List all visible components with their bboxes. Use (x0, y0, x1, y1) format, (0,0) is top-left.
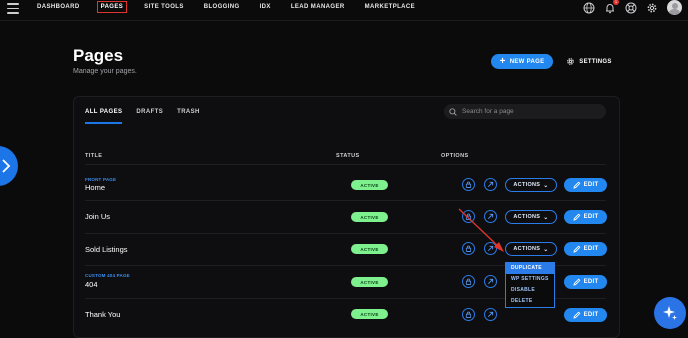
page-title-link[interactable]: 404 (85, 280, 98, 289)
lock-button[interactable] (462, 308, 475, 321)
gear-icon (567, 58, 575, 65)
edit-label: EDIT (583, 214, 599, 220)
bell-icon[interactable]: 1 (604, 0, 619, 14)
page-tag: CUSTOM 404 PAGE (85, 273, 130, 278)
edit-button[interactable]: EDIT (564, 178, 607, 192)
actions-dropdown-button[interactable]: ACTIONS ⌄ (505, 242, 557, 256)
chevron-down-icon: ⌄ (543, 246, 549, 253)
new-page-button[interactable]: + NEW PAGE (491, 54, 553, 69)
chevron-down-icon: ⌄ (543, 214, 549, 221)
nav-idx[interactable]: IDX (257, 2, 274, 12)
edit-label: EDIT (583, 246, 599, 252)
row-divider (85, 233, 606, 234)
status-badge: ACTIVE (351, 180, 388, 190)
nav-site-tools[interactable]: SITE TOOLS (141, 2, 187, 12)
view-page-button[interactable] (484, 308, 497, 321)
nav-dashboard[interactable]: DASHBOARD (34, 2, 83, 12)
nav-marketplace[interactable]: MARKETPLACE (362, 2, 418, 12)
status-badge: ACTIVE (351, 244, 388, 254)
lock-icon (465, 311, 472, 318)
plus-icon: + (499, 55, 506, 67)
menu-icon[interactable] (7, 3, 19, 14)
annotation-arrow (458, 208, 504, 252)
avatar[interactable] (667, 0, 682, 15)
edit-label: EDIT (583, 182, 599, 188)
column-header-title: TITLE (85, 153, 103, 159)
actions-dropdown-button[interactable]: ACTIONS ⌄ (505, 210, 557, 224)
tab-trash[interactable]: TRASH (177, 109, 200, 124)
sidebar-expand-tab[interactable] (0, 146, 18, 186)
top-navigation-bar: DASHBOARD PAGES SITE TOOLS BLOGGING IDX … (0, 0, 688, 21)
lock-button[interactable] (462, 275, 475, 288)
row-divider (85, 164, 606, 165)
nav-pages[interactable]: PAGES (96, 1, 128, 13)
page-tag: FRONT PAGE (85, 177, 117, 182)
edit-label: EDIT (583, 279, 599, 285)
status-badge: ACTIVE (351, 212, 388, 222)
status-badge: ACTIVE (351, 277, 388, 287)
pencil-icon (572, 213, 580, 221)
column-header-status: STATUS (336, 153, 360, 159)
notification-badge: 1 (613, 0, 619, 5)
external-link-icon (488, 181, 494, 187)
search-input[interactable] (462, 108, 592, 115)
menu-item-wp-settings[interactable]: WP SETTINGS (506, 274, 554, 285)
page-title-link[interactable]: Thank You (85, 310, 120, 319)
chevron-right-icon (2, 159, 11, 173)
column-header-options: OPTIONS (441, 153, 469, 159)
lock-button[interactable] (462, 178, 475, 191)
menu-item-disable[interactable]: DISABLE (506, 285, 554, 296)
page-title-link[interactable]: Join Us (85, 212, 110, 221)
globe-icon[interactable] (583, 1, 595, 14)
edit-button[interactable]: EDIT (564, 275, 607, 289)
actions-dropdown-button[interactable]: ACTIONS ⌄ (505, 178, 557, 192)
external-link-icon (488, 311, 494, 317)
view-page-button[interactable] (484, 275, 497, 288)
page-title-link[interactable]: Home (85, 183, 105, 192)
page-subtitle: Manage your pages. (73, 68, 137, 75)
actions-dropdown-menu: DUPLICATE WP SETTINGS DISABLE DELETE (505, 262, 555, 308)
edit-button[interactable]: EDIT (564, 308, 607, 322)
page-title-link[interactable]: Sold Listings (85, 245, 128, 254)
tab-drafts[interactable]: DRAFTS (136, 109, 163, 124)
row-divider (85, 200, 606, 201)
edit-button[interactable]: EDIT (564, 242, 607, 256)
page-tabs: ALL PAGES DRAFTS TRASH (85, 109, 214, 124)
actions-label: ACTIONS (513, 182, 541, 188)
gear-icon[interactable] (646, 1, 658, 13)
tab-all-pages[interactable]: ALL PAGES (85, 109, 123, 124)
status-badge: ACTIVE (351, 309, 388, 319)
search-box (444, 104, 606, 119)
top-right-icons: 1 (574, 0, 682, 15)
actions-label: ACTIONS (513, 214, 541, 220)
view-page-button[interactable] (484, 178, 497, 191)
pencil-icon (572, 278, 580, 286)
nav-lead-manager[interactable]: LEAD MANAGER (288, 2, 348, 12)
menu-item-delete[interactable]: DELETE (506, 296, 554, 307)
pencil-icon (572, 311, 580, 319)
menu-item-duplicate[interactable]: DUPLICATE (506, 263, 554, 274)
chevron-down-icon: ⌄ (543, 182, 549, 189)
external-link-icon (488, 278, 494, 284)
lock-icon (465, 181, 472, 188)
lock-icon (465, 278, 472, 285)
nav-blogging[interactable]: BLOGGING (201, 2, 243, 12)
support-icon[interactable] (625, 1, 637, 14)
sparkle-icon (663, 306, 677, 320)
main-nav: DASHBOARD PAGES SITE TOOLS BLOGGING IDX … (34, 0, 432, 14)
pencil-icon (572, 181, 580, 189)
page-title: Pages (73, 46, 124, 65)
pencil-icon (572, 245, 580, 253)
edit-button[interactable]: EDIT (564, 210, 607, 224)
search-icon (449, 107, 457, 116)
new-page-label: NEW PAGE (509, 58, 545, 65)
ai-assistant-button[interactable] (654, 297, 686, 329)
actions-label: ACTIONS (513, 246, 541, 252)
settings-button[interactable]: SETTINGS (560, 54, 618, 69)
edit-label: EDIT (583, 312, 599, 318)
settings-label: SETTINGS (579, 58, 612, 65)
